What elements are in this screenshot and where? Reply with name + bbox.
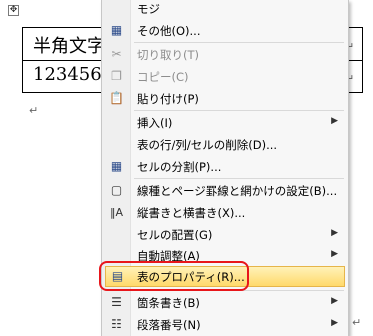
copy-icon: ❐: [111, 69, 122, 83]
table-row: 1234567: [23, 60, 113, 92]
annotation-highlight-ring: [99, 261, 249, 291]
menu-item-label: 段落番号(N): [137, 318, 201, 332]
menu-item-label: 切り取り(T): [137, 48, 199, 62]
menu-item-numbering[interactable]: ☷ 段落番号(N) ▶: [102, 314, 348, 335]
paragraph-mark: ↵: [29, 104, 39, 117]
menu-item-other[interactable]: ▦ その他(O)...: [102, 20, 348, 41]
table-cell-text[interactable]: 半角文字: [33, 32, 105, 58]
menu-item-label: 縦書きと横書き(X)...: [137, 206, 246, 220]
options-icon: ▦: [110, 23, 123, 37]
menu-separator: [134, 42, 344, 43]
menu-item-label: セルの配置(G): [137, 228, 213, 242]
menu-separator: [134, 110, 344, 111]
menu-item-label: 貼り付け(P): [137, 92, 199, 106]
menu-item-label: 表の行/列/セルの削除(D)...: [137, 138, 278, 152]
submenu-arrow-icon: ▶: [331, 249, 338, 259]
bullets-icon: ☰: [111, 295, 122, 309]
menu-item-bullets[interactable]: ☰ 箇条書き(B) ▶: [102, 292, 348, 313]
menu-item-cell-alignment[interactable]: セルの配置(G) ▶: [102, 224, 348, 245]
menu-item-label: 線種とページ罫線と網かけの設定(B)...: [137, 184, 338, 198]
menu-item-moji[interactable]: モジ: [102, 0, 348, 21]
menu-item-split-cells[interactable]: ▦ セルの分割(P)...: [102, 156, 348, 177]
submenu-arrow-icon: ▶: [331, 296, 338, 306]
split-cells-icon: ▦: [110, 159, 123, 173]
scissors-icon: ✂: [111, 47, 122, 61]
numbering-icon: ☷: [111, 317, 122, 331]
menu-item-paste[interactable]: 📋 貼り付け(P): [102, 88, 348, 109]
menu-item-label: コピー(C): [137, 70, 189, 84]
menu-item-cut[interactable]: ✂ 切り取り(T): [102, 44, 348, 65]
menu-item-borders-shading[interactable]: ▢ 線種とページ罫線と網かけの設定(B)...: [102, 180, 348, 201]
text-direction-icon: ‖A: [109, 206, 124, 219]
menu-separator: [134, 178, 344, 179]
menu-item-insert[interactable]: 挿入(I) ▶: [102, 112, 348, 133]
submenu-arrow-icon: ▶: [331, 228, 338, 238]
borders-icon: ▢: [110, 183, 123, 197]
menu-item-label: セルの分割(P)...: [137, 160, 222, 174]
paragraph-mark: ↵: [352, 316, 362, 329]
menu-item-label: その他(O)...: [137, 24, 201, 38]
table: 半角文字 1234567: [22, 27, 113, 93]
table-move-handle-icon[interactable]: ✥: [8, 5, 19, 16]
menu-item-text-direction[interactable]: ‖A 縦書きと横書き(X)...: [102, 202, 348, 223]
menu-item-label: モジ: [137, 2, 160, 16]
submenu-arrow-icon: ▶: [331, 116, 338, 126]
paste-icon: 📋: [109, 91, 124, 105]
menu-item-delete-cells[interactable]: 表の行/列/セルの削除(D)...: [102, 134, 348, 155]
table-row: 半角文字: [23, 28, 107, 61]
menu-item-copy[interactable]: ❐ コピー(C): [102, 66, 348, 87]
menu-item-label: 挿入(I): [137, 116, 173, 130]
submenu-arrow-icon: ▶: [331, 318, 338, 328]
menu-item-label: 箇条書き(B): [137, 296, 200, 310]
